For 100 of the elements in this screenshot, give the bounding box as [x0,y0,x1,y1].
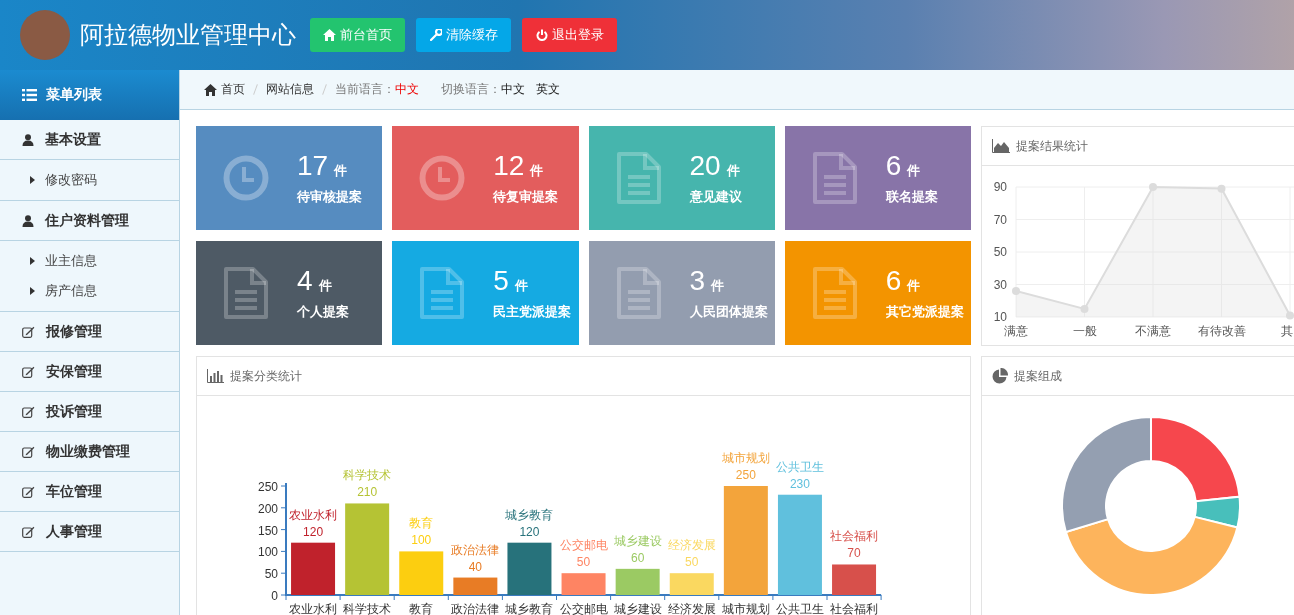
stat-label: 待复审提案 [493,188,559,206]
bar-value-label: 60 [630,550,645,565]
sidebar-item[interactable]: 安保管理 [0,352,179,392]
x-axis-label: 不满意 [1135,324,1171,338]
bar-category-label: 城乡建设 [613,533,662,548]
sidebar-item[interactable]: 投诉管理 [0,392,179,432]
edit-icon [22,405,35,418]
y-axis-label: 200 [257,501,278,516]
bar-category-label: 公共卫生 [775,459,824,474]
bar-category-label: 城市规划 [721,451,770,465]
bar-chart-icon [207,369,224,383]
clock-icon [223,155,269,201]
document-icon [811,151,858,205]
document-icon [615,151,662,205]
document-icon [223,266,269,320]
bar [291,542,336,595]
switch-language-label: 切换语言： [441,81,501,98]
sidebar-item[interactable]: 基本设置 [0,120,179,160]
panel-title: 提案组成 [1014,367,1062,385]
y-axis-label: 90 [993,180,1007,194]
data-point [1012,287,1020,295]
edit-icon [22,325,35,338]
x-axis-label: 社会福利 [830,602,879,615]
sidebar-item[interactable]: 报修管理 [0,312,179,352]
logout-button[interactable]: 退出登录 [522,18,617,52]
x-axis-label: 公交邮电 [559,602,608,615]
bar-category-label: 科学技术 [343,468,392,483]
sidebar-item[interactable]: 物业缴费管理 [0,432,179,472]
y-axis-label: 50 [264,567,278,582]
stat-count: 3 [689,265,706,297]
list-icon [22,89,37,101]
data-point [1217,184,1226,193]
stat-count: 6 [885,265,902,297]
user-icon [22,133,34,146]
bar-category-label: 经济发展 [667,538,716,553]
stat-label: 其它党派提案 [885,303,964,321]
language-link[interactable]: 英文 [536,81,560,98]
y-axis-label: 10 [993,310,1007,324]
bar-value-label: 120 [519,524,540,539]
sidebar-item[interactable]: 车位管理 [0,472,179,512]
stat-unit: 件 [711,277,725,295]
bar-category-label: 社会福利 [830,529,879,544]
stat-unit: 件 [530,162,544,180]
language-link[interactable]: 中文 [501,81,525,98]
bar [453,577,498,595]
breadcrumb-link[interactable]: 首页 [204,81,245,98]
bar [669,573,714,595]
menu-title: 菜单列表 [46,86,102,104]
bar-category-label: 农业水利 [289,507,338,522]
bar [399,551,444,595]
home-icon [204,83,217,96]
stat-label: 人民团体提案 [689,303,768,321]
document-icon [811,266,858,320]
y-axis-label: 250 [257,480,278,494]
x-axis-label: 科学技术 [343,602,392,615]
x-axis-label: 政治法律 [451,602,500,615]
submenu-item[interactable]: 业主信息 [0,246,179,276]
user-icon [22,214,34,227]
bar [615,568,660,595]
data-point [1080,304,1089,313]
x-axis-label: 有待改善 [1197,324,1246,338]
stat-count: 12 [493,150,525,182]
bar-value-label: 100 [411,533,432,548]
y-axis-label: 150 [257,523,278,538]
wrench-icon [429,29,442,41]
y-axis-label: 0 [271,589,278,603]
clock-icon [419,155,466,201]
bar-category-label: 城乡教育 [505,507,554,522]
stat-count: 17 [297,150,329,182]
stat-label: 联名提案 [885,188,938,206]
x-axis-label: 教育 [409,602,434,615]
site-title: 阿拉德物业管理中心 [80,20,296,50]
avatar [20,10,70,60]
document-icon [419,266,466,320]
caret-icon [30,176,35,184]
bar [832,564,877,595]
sidebar-item[interactable]: 住户资料管理 [0,201,179,241]
x-axis-label: 城乡建设 [613,602,662,615]
x-axis-label: 公共卫生 [775,602,824,615]
panel-title: 提案结果统计 [1016,137,1088,155]
stat-count: 5 [493,265,509,297]
x-axis-label: 城乡教育 [505,602,554,615]
x-axis-label: 经济发展 [667,602,716,615]
submenu-item[interactable]: 房产信息 [0,276,179,306]
data-point [1149,183,1157,191]
x-axis-label: 一般 [1072,324,1097,338]
bar-value-label: 120 [303,524,324,539]
submenu-item[interactable]: 修改密码 [0,165,179,195]
bar-value-label: 70 [847,546,861,561]
bar [561,573,606,595]
breadcrumb-link[interactable]: 网站信息 [266,81,314,98]
caret-icon [30,257,35,265]
bar-category-label: 公交邮电 [559,538,608,553]
sidebar-item[interactable]: 人事管理 [0,512,179,552]
edit-icon [22,525,35,538]
stat-unit: 件 [726,162,740,180]
bar-value-label: 230 [789,476,810,491]
stat-unit: 件 [907,277,921,295]
stat-label: 意见建议 [689,188,742,206]
stat-count: 20 [689,150,721,182]
